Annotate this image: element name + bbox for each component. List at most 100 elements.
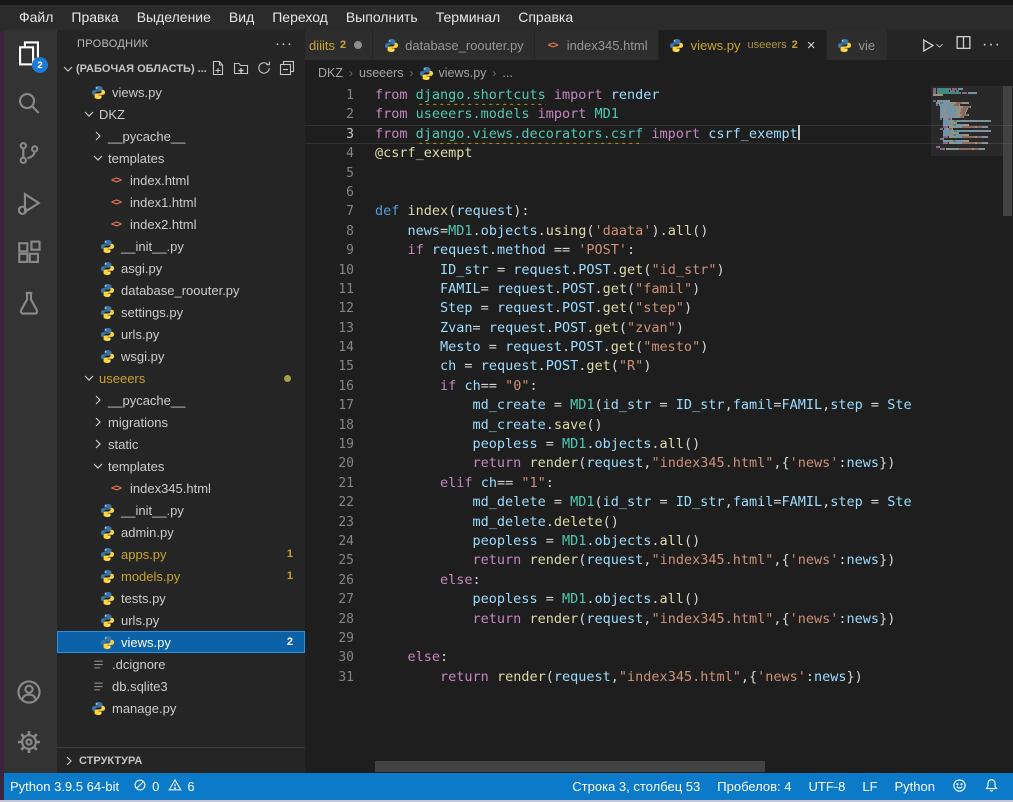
code-line-7[interactable]: 7def index(request):: [305, 202, 1013, 221]
tree-item-index1.html[interactable]: <>index1.html: [57, 191, 305, 213]
tree-item-__pycache__[interactable]: __pycache__: [57, 389, 305, 411]
tree-item-__init__.py[interactable]: __init__.py: [57, 235, 305, 257]
code-line-11[interactable]: 11 FAMIL= request.POST.get("famil"): [305, 280, 1013, 299]
tree-item-index2.html[interactable]: <>index2.html: [57, 213, 305, 235]
code-line-14[interactable]: 14 Mesto = request.POST.get("mesto"): [305, 338, 1013, 357]
code-line-5[interactable]: 5: [305, 164, 1013, 183]
code-line-16[interactable]: 16 if ch== "0":: [305, 377, 1013, 396]
status-encoding[interactable]: UTF-8: [809, 779, 846, 794]
outline-section-header[interactable]: СТРУКТУРА: [57, 747, 305, 773]
status-eol[interactable]: LF: [862, 779, 877, 794]
tree-item-models.py[interactable]: models.py1: [57, 565, 305, 587]
run-python-file-button[interactable]: [919, 37, 945, 54]
tab-diiits[interactable]: diiits2: [305, 30, 373, 60]
menu-выделение[interactable]: Выделение: [128, 5, 220, 30]
tree-item-wsgi.py[interactable]: wsgi.py: [57, 345, 305, 367]
code-line-30[interactable]: 30 else:: [305, 648, 1013, 667]
code-line-8[interactable]: 8 news=MD1.objects.using('daata').all(): [305, 222, 1013, 241]
breadcrumb-item-...[interactable]: ...: [502, 66, 512, 80]
code-line-21[interactable]: 21 elif ch== "1":: [305, 474, 1013, 493]
status-python-interpreter[interactable]: Python 3.9.5 64-bit: [10, 779, 119, 794]
status-indentation[interactable]: Пробелов: 4: [717, 779, 791, 794]
activity-search-button[interactable]: [0, 80, 57, 130]
activity-testing-button[interactable]: [0, 280, 57, 330]
code-line-20[interactable]: 20 return render(request,"index345.html"…: [305, 454, 1013, 473]
new-file-icon[interactable]: [210, 60, 226, 79]
tree-item-manage.py[interactable]: manage.py: [57, 697, 305, 719]
tree-item-settings.py[interactable]: settings.py: [57, 301, 305, 323]
code-line-23[interactable]: 23 md_delete.delete(): [305, 513, 1013, 532]
tree-item-asgi.py[interactable]: asgi.py: [57, 257, 305, 279]
collapse-all-icon[interactable]: [279, 60, 295, 79]
tree-item-views.py[interactable]: views.py2: [57, 631, 305, 653]
new-folder-icon[interactable]: [233, 60, 249, 79]
code-line-22[interactable]: 22 md_delete = MD1(id_str = ID_str,famil…: [305, 493, 1013, 512]
code-line-13[interactable]: 13 Zvan= request.POST.get("zvan"): [305, 319, 1013, 338]
menu-правка[interactable]: Правка: [62, 5, 127, 30]
tree-item-index.html[interactable]: <>index.html: [57, 169, 305, 191]
tree-item-urls.py[interactable]: urls.py: [57, 609, 305, 631]
code-line-9[interactable]: 9 if request.method == 'POST':: [305, 241, 1013, 260]
tree-item-views.py[interactable]: views.py: [57, 81, 305, 103]
code-editor[interactable]: 1from django.shortcuts import render2fro…: [305, 86, 1013, 759]
code-line-17[interactable]: 17 md_create = MD1(id_str = ID_str,famil…: [305, 396, 1013, 415]
tree-item-templates[interactable]: templates: [57, 455, 305, 477]
code-line-18[interactable]: 18 md_create.save(): [305, 416, 1013, 435]
tab-index345.html[interactable]: <>index345.html: [535, 30, 659, 60]
code-line-10[interactable]: 10 ID_str = request.POST.get("id_str"): [305, 261, 1013, 280]
tree-item-tests.py[interactable]: tests.py: [57, 587, 305, 609]
status-notifications[interactable]: [984, 778, 999, 796]
breadcrumb-item-views.py[interactable]: views.py: [419, 66, 486, 81]
horizontal-scrollbar-thumb[interactable]: [375, 761, 765, 772]
tree-item-database_roouter.py[interactable]: database_roouter.py: [57, 279, 305, 301]
tree-item-__pycache__[interactable]: __pycache__: [57, 125, 305, 147]
tree-item-admin.py[interactable]: admin.py: [57, 521, 305, 543]
code-line-1[interactable]: 1from django.shortcuts import render: [305, 86, 1013, 105]
minimap-slider[interactable]: [931, 86, 1003, 156]
menu-переход[interactable]: Переход: [263, 5, 337, 30]
code-line-25[interactable]: 25 return render(request,"index345.html"…: [305, 551, 1013, 570]
views-and-more-actions-button[interactable]: ···: [275, 35, 293, 52]
tree-item-__init__.py[interactable]: __init__.py: [57, 499, 305, 521]
status-feedback[interactable]: [952, 778, 967, 796]
status-problems[interactable]: 06: [133, 778, 194, 795]
code-line-27[interactable]: 27 peopless = MD1.objects.all(): [305, 590, 1013, 609]
activity-accounts-button[interactable]: [0, 669, 57, 719]
tree-item-templates[interactable]: templates: [57, 147, 305, 169]
activity-explorer-button[interactable]: 2: [0, 30, 57, 80]
breadcrumb-item-useeers[interactable]: useeers: [359, 66, 403, 80]
tree-item-apps.py[interactable]: apps.py1: [57, 543, 305, 565]
code-line-28[interactable]: 28 return render(request,"index345.html"…: [305, 610, 1013, 629]
code-line-26[interactable]: 26 else:: [305, 571, 1013, 590]
tree-item-migrations[interactable]: migrations: [57, 411, 305, 433]
vertical-scrollbar[interactable]: [1002, 86, 1013, 759]
tree-item-index345.html[interactable]: <>index345.html: [57, 477, 305, 499]
split-editor-button[interactable]: [955, 34, 972, 56]
minimap[interactable]: [933, 88, 1001, 208]
code-line-24[interactable]: 24 peopless = MD1.objects.all(): [305, 532, 1013, 551]
menu-справка[interactable]: Справка: [509, 5, 582, 30]
tree-item-urls.py[interactable]: urls.py: [57, 323, 305, 345]
code-line-3[interactable]: 3from django.views.decorators.csrf impor…: [305, 125, 1013, 144]
code-line-19[interactable]: 19 peopless = MD1.objects.all(): [305, 435, 1013, 454]
status-cursor-position[interactable]: Строка 3, столбец 53: [572, 779, 700, 794]
tree-item-DKZ[interactable]: DKZ: [57, 103, 305, 125]
tree-item-.dcignore[interactable]: .dcignore: [57, 653, 305, 675]
code-line-12[interactable]: 12 Step = request.POST.get("step"): [305, 299, 1013, 318]
refresh-icon[interactable]: [256, 60, 272, 79]
tab-database_roouter.py[interactable]: database_roouter.py: [373, 30, 535, 60]
menu-файл[interactable]: Файл: [10, 5, 62, 30]
tab-vie[interactable]: vie: [827, 30, 888, 60]
menu-терминал[interactable]: Терминал: [427, 5, 509, 30]
activity-extensions-button[interactable]: [0, 230, 57, 280]
tab-views.py[interactable]: views.pyuseeers2×: [659, 30, 827, 60]
activity-settings-button[interactable]: [0, 719, 57, 769]
code-line-31[interactable]: 31 return render(request,"index345.html"…: [305, 668, 1013, 687]
tree-item-static[interactable]: static: [57, 433, 305, 455]
activity-source-control-button[interactable]: [0, 130, 57, 180]
code-line-15[interactable]: 15 ch = request.POST.get("R"): [305, 357, 1013, 376]
status-language-mode[interactable]: Python: [895, 779, 935, 794]
breadcrumb-item-DKZ[interactable]: DKZ: [318, 66, 343, 80]
code-line-2[interactable]: 2from useeers.models import MD1: [305, 105, 1013, 124]
tree-item-db.sqlite3[interactable]: db.sqlite3: [57, 675, 305, 697]
